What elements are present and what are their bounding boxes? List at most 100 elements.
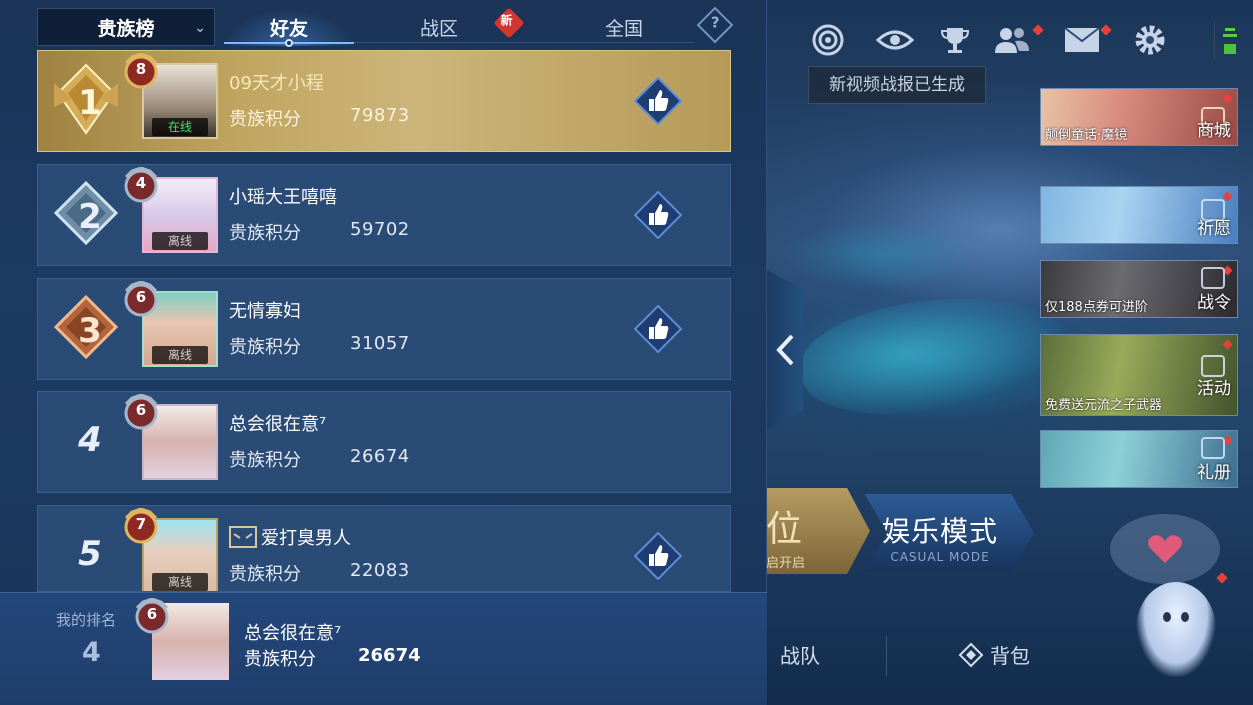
help-button[interactable]: ? [696, 6, 734, 44]
score-value: 26674 [350, 446, 410, 467]
promo-shop[interactable]: 颠倒童话·魔镜 商城 [1040, 88, 1238, 146]
backpack-icon [958, 642, 984, 668]
silver-rank-emblem: 2 [53, 180, 122, 249]
spiral-icon[interactable] [808, 20, 848, 60]
backpack-nav-button[interactable]: 背包 [958, 640, 1030, 669]
like-button[interactable] [633, 76, 683, 126]
active-tab-indicator [285, 39, 293, 47]
trophy-icon[interactable] [935, 20, 975, 60]
ranked-subtitle: 启开启 [766, 556, 806, 571]
gear-icon[interactable] [1130, 20, 1170, 60]
mascot-eye [1163, 612, 1171, 622]
online-status: 在线 [152, 118, 208, 136]
like-button[interactable] [633, 304, 683, 354]
promo-side-label: 活动 [1197, 379, 1231, 399]
score-value: 22083 [350, 560, 410, 581]
chevron-left-icon [776, 334, 794, 366]
noble-level-badge: 6 [122, 281, 160, 319]
promo-caption: 颠倒童话·魔镜 [1045, 128, 1128, 143]
score-label: 贵族积分 [229, 337, 301, 358]
player-name: 无情寡妇 [229, 301, 301, 322]
heart-bubble[interactable] [1110, 514, 1220, 584]
eye-icon[interactable] [875, 20, 915, 60]
bronze-rank-emblem: 3 [53, 294, 122, 363]
score-label: 贵族积分 [229, 564, 301, 585]
promo-side-label: 祈愿 [1197, 219, 1231, 239]
pass-icon [1201, 267, 1225, 289]
like-button[interactable] [633, 190, 683, 240]
gold-rank-emblem: 1 [54, 63, 122, 135]
noble-level-badge: 8 [122, 53, 160, 91]
thumbs-up-icon [633, 531, 683, 581]
my-score-value: 26674 [358, 645, 421, 666]
background-creature [780, 220, 980, 290]
score-value: 79873 [350, 105, 410, 126]
backpack-nav-label: 背包 [990, 644, 1030, 668]
mascot-eye [1181, 612, 1189, 622]
score-label: 贵族积分 [229, 109, 301, 130]
score-label: 贵族积分 [229, 223, 301, 244]
leaderboard-row[interactable]: 3 离线 6 无情寡妇 贵族积分 31057 [37, 278, 731, 380]
player-name: 总会很在意⁷ [229, 414, 327, 435]
offline-status: 离线 [152, 232, 208, 250]
offline-status: 离线 [152, 346, 208, 364]
mask-icon [229, 526, 257, 548]
ranked-title: 位 [766, 509, 803, 550]
offline-status: 离线 [152, 573, 208, 591]
noble-level-badge: 7 [122, 508, 160, 546]
thumbs-up-icon [633, 190, 683, 240]
leaderboard-row[interactable]: 1 在线 8 09天才小程 贵族积分 79873 [37, 50, 731, 152]
promo-side-label: 战令 [1197, 293, 1231, 313]
thumbs-up-icon [633, 76, 683, 126]
rank-number: 4 [78, 420, 102, 460]
leaderboard-scope-select[interactable]: 贵族榜 ⌄ [37, 8, 215, 46]
leaderboard-panel: 贵族榜 ⌄ 好友 战区 新 全国 ? 1 在线 8 09天才小程 贵族积分 79… [0, 0, 767, 705]
my-score-label: 贵族积分 [244, 649, 316, 670]
player-name: 爱打臭男人 [261, 528, 351, 549]
tab-label: 全国 [604, 17, 643, 40]
my-rank-label: 我的排名 [56, 611, 117, 629]
tab-national[interactable]: 全国 [574, 8, 674, 46]
promo-event[interactable]: 免费送元流之子武器 活动 [1040, 334, 1238, 416]
promo-wish[interactable]: 祈愿 [1040, 186, 1238, 244]
nav-divider [886, 636, 887, 676]
score-value: 31057 [350, 333, 410, 354]
background-whale [793, 281, 1077, 429]
leaderboard-row[interactable]: 5 离线 7 爱打臭男人 贵族积分 22083 [37, 505, 731, 592]
tab-label: 战区 [419, 17, 458, 40]
promo-side-label: 商城 [1197, 121, 1231, 141]
promo-battle-pass[interactable]: 仅188点券可进阶 战令 [1040, 260, 1238, 318]
thumbs-up-icon [633, 304, 683, 354]
rank-number: 3 [78, 311, 102, 351]
collapse-panel-button[interactable] [767, 270, 803, 430]
mail-icon[interactable] [1062, 20, 1102, 60]
player-name: 小瑶大王嘻嘻 [229, 187, 337, 208]
chevron-down-icon: ⌄ [194, 20, 206, 36]
promo-gift-book[interactable]: 礼册 [1040, 430, 1238, 488]
like-button[interactable] [633, 531, 683, 581]
team-nav-button[interactable]: 战队 [780, 640, 820, 669]
noble-level-badge: 4 [122, 167, 160, 205]
player-name: 09天才小程 [229, 73, 324, 94]
wifi-battery-indicator [1214, 22, 1238, 60]
promo-caption: 免费送元流之子武器 [1045, 398, 1163, 413]
noble-level-badge: 6 [122, 394, 160, 432]
my-name: 总会很在意⁷ [244, 623, 342, 644]
rank-number: 2 [78, 197, 102, 237]
rank-number: 1 [78, 83, 102, 123]
gift-icon [1201, 437, 1225, 459]
shop-notification-dot [1222, 93, 1233, 104]
team-nav-label: 战队 [780, 644, 820, 668]
leaderboard-row[interactable]: 4 6 总会很在意⁷ 贵族积分 26674 [37, 391, 731, 493]
my-rank-bar: 我的排名 4 6 总会很在意⁷ 贵族积分 26674 [0, 592, 767, 705]
my-rank-value: 4 [82, 637, 101, 668]
noble-level-badge: 6 [133, 597, 171, 636]
tab-label: 好友 [269, 17, 308, 40]
leaderboard-row[interactable]: 2 离线 4 小瑶大王嘻嘻 贵族积分 59702 [37, 164, 731, 266]
scope-select-label: 贵族榜 [97, 17, 155, 40]
assistant-mascot[interactable] [1136, 582, 1216, 677]
friends-icon[interactable] [992, 20, 1032, 60]
question-icon: ? [710, 13, 720, 32]
event-notification-dot [1222, 339, 1233, 350]
video-report-tooltip: 新视频战报已生成 [808, 66, 986, 104]
